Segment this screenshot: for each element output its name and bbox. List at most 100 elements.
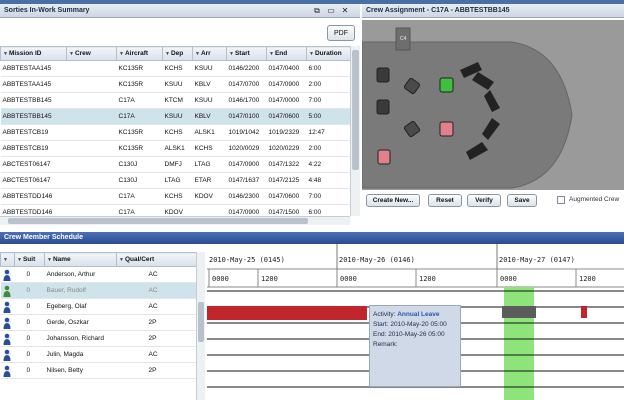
col-name[interactable]: ▼Name: [44, 252, 117, 267]
crew-member-table: ▼ ▼Suit ▼Name ▼Qual/Cert 0 Anderson, Arth…: [0, 252, 197, 379]
sortie-cell: C130J: [116, 156, 163, 173]
crew-qual-cell: 2P: [116, 314, 197, 331]
col-avatar[interactable]: ▼: [0, 252, 15, 267]
sortie-cell: 0147/0100: [226, 108, 267, 125]
person-icon: [3, 301, 10, 313]
sortie-cell: [66, 156, 117, 173]
sortie-cell: KBLV: [192, 76, 227, 93]
sortie-row[interactable]: ABBTESTDD146 C17A KCHS KDOV 0146/2300 0147/06…: [0, 188, 351, 205]
sortie-cell: C17A: [116, 92, 163, 109]
sortie-row[interactable]: ABBTESTBB145 C17A KSUU KBLV 0147/0100 0147/06…: [0, 108, 351, 125]
minimize-icon[interactable]: ▭: [326, 4, 336, 18]
sortie-row[interactable]: ABBTESTCB19 KC135R ALSK1 KCHS 1020/0029 1020/…: [0, 140, 351, 157]
person-icon: [3, 365, 10, 377]
seat-occupied-2[interactable]: [377, 149, 391, 165]
sorties-vscroll-thumb[interactable]: [352, 50, 359, 170]
sortie-row[interactable]: ABCTEST06147 C130J LTAG ETAR 0147/1637 0147/2…: [0, 172, 351, 189]
col-mission-id[interactable]: ▼Mission ID: [0, 46, 67, 61]
sortie-cell: 0147/0400: [266, 60, 307, 77]
crew-name-cell: Egeberg, Olaf: [44, 298, 117, 315]
crew-assignment-title: Crew Assignment - C17A - ABBTESTBB145: [362, 4, 624, 18]
sortie-cell: 4:48: [306, 172, 351, 189]
restore-icon[interactable]: ⧉: [312, 4, 322, 18]
crew-avatar-cell: [0, 330, 15, 347]
tooltip-remark-row: Remark:: [373, 341, 398, 348]
sortie-cell: [66, 76, 117, 93]
sortie-row[interactable]: ABCTEST06147 C130J DMFJ LTAG 0147/0900 0147/1…: [0, 156, 351, 173]
person-icon: [3, 317, 10, 329]
col-dep[interactable]: ▼Dep: [162, 46, 193, 61]
crew-row[interactable]: 0 Egeberg, Olaf AC: [0, 298, 197, 315]
crew-row[interactable]: 0 Johansson, Richard 2P: [0, 330, 197, 347]
sortie-cell: KCHS: [162, 124, 193, 141]
cockpit-seat-map: C4: [362, 20, 624, 190]
col-duration[interactable]: ▼Duration: [306, 46, 351, 61]
sortie-cell: 0147/0000: [266, 92, 307, 109]
cockpit-diagram: C4: [362, 27, 573, 189]
sortie-cell: [66, 140, 117, 157]
crew-suit-cell: 0: [14, 298, 45, 315]
sortie-row[interactable]: ABBTESTAA145 KC135R KSUU KBLV 0147/0700 0147/…: [0, 76, 351, 93]
col-crew[interactable]: ▼Crew: [66, 46, 117, 61]
augmented-crew-checkbox[interactable]: [557, 196, 565, 204]
seat-empty-1[interactable]: [376, 67, 390, 83]
person-icon: [3, 285, 10, 297]
seat-occupied-1[interactable]: [439, 121, 454, 137]
sortie-cell: ABBTESTBB145: [0, 108, 67, 125]
sorties-hscroll-thumb[interactable]: [8, 218, 308, 224]
crew-row[interactable]: 0 Bauer, Rudolf AC: [0, 282, 197, 299]
crew-qual-cell: AC: [116, 298, 197, 315]
verify-button[interactable]: Verify: [467, 194, 501, 207]
sortie-row[interactable]: ABBTESTCB19 KC135R KCHS ALSK1 1019/1042 1019/…: [0, 124, 351, 141]
col-aircraft[interactable]: ▼Aircraft: [116, 46, 163, 61]
seat-empty-2[interactable]: [376, 99, 390, 115]
duty-bar[interactable]: [502, 306, 536, 318]
crew-name-cell: Nilsen, Betty: [44, 362, 117, 379]
sortie-cell: 1020/0029: [226, 140, 267, 157]
leave-bar-small[interactable]: [581, 306, 587, 318]
col-start[interactable]: ▼Start: [226, 46, 267, 61]
pdf-button[interactable]: PDF: [327, 25, 355, 41]
crew-assignment-title-text: Crew Assignment - C17A - ABBTESTBB145: [366, 7, 510, 14]
sortie-cell: 6:00: [306, 60, 351, 77]
create-new-button[interactable]: Create New...: [366, 194, 420, 207]
crew-vertical-scrollbar[interactable]: [196, 252, 205, 400]
crew-suit-cell: 0: [14, 362, 45, 379]
close-icon[interactable]: ✕: [340, 4, 350, 18]
sortie-cell: KC135R: [116, 124, 163, 141]
reset-button[interactable]: Reset: [428, 194, 462, 207]
col-qual[interactable]: ▼Qual/Cert: [116, 252, 197, 267]
sortie-cell: ABBTESTCB19: [0, 140, 67, 157]
sortie-cell: ABBTESTAA145: [0, 60, 67, 77]
sortie-cell: [66, 92, 117, 109]
sorties-title-text: Sorties In-Work Summary: [4, 7, 90, 14]
sorties-horizontal-scrollbar[interactable]: [0, 216, 350, 225]
crew-row[interactable]: 0 Anderson, Arthur AC: [0, 266, 197, 283]
sorties-vertical-scrollbar[interactable]: [350, 46, 360, 216]
sortie-cell: KSUU: [162, 108, 193, 125]
sortie-cell: 5:00: [306, 108, 351, 125]
crew-row[interactable]: 0 Nilsen, Betty 2P: [0, 362, 197, 379]
col-arr[interactable]: ▼Arr: [192, 46, 227, 61]
day-label: 2010-May-27 (0147): [499, 256, 575, 264]
sortie-cell: ABCTEST06147: [0, 156, 67, 173]
crew-row[interactable]: 0 Gerde, Oszkar 2P: [0, 314, 197, 331]
crew-vscroll-thumb[interactable]: [198, 302, 204, 342]
sortie-row[interactable]: ABBTESTBB145 C17A KTCM KSUU 0146/1700 0147/00…: [0, 92, 351, 109]
col-suit[interactable]: ▼Suit: [14, 252, 45, 267]
sortie-cell: KSUU: [162, 76, 193, 93]
fuselage-shape: [362, 41, 573, 189]
sortie-row[interactable]: ABBTESTAA145 KC135R KCHS KSUU 0146/2200 0147/…: [0, 60, 351, 77]
person-icon: [3, 349, 10, 361]
save-button[interactable]: Save: [507, 194, 537, 207]
tooltip-end-row: End: 2010-May-26 05:00: [373, 331, 445, 338]
hour-label: 1200: [261, 275, 278, 283]
crew-suit-cell: 0: [14, 282, 45, 299]
crew-row[interactable]: 0 Julin, Magda AC: [0, 346, 197, 363]
sorties-header-row: ▼Mission ID ▼Crew ▼Aircraft ▼Dep ▼Arr ▼S…: [0, 46, 351, 61]
col-end[interactable]: ▼End: [266, 46, 307, 61]
seat-active[interactable]: [439, 77, 454, 93]
sortie-cell: C17A: [116, 188, 163, 205]
sortie-cell: 0147/2125: [266, 172, 307, 189]
annual-leave-bar[interactable]: [207, 306, 367, 320]
